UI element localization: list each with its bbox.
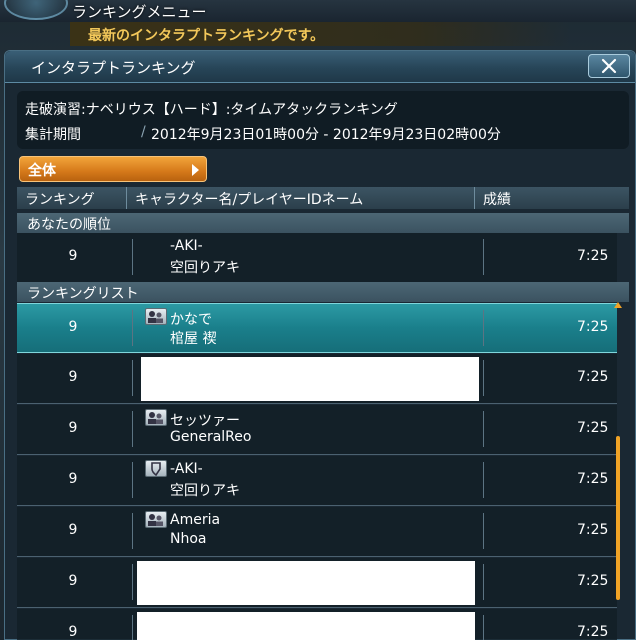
column-divider [483, 411, 484, 447]
rank-value: 9 [68, 471, 78, 487]
column-header-name[interactable]: キャラクター名/プレイヤーIDネーム [127, 187, 475, 209]
rank-value: 9 [68, 319, 78, 335]
player-id-name: Nhoa [170, 531, 207, 547]
column-divider [132, 462, 133, 498]
ranking-row[interactable]: 9 Ameria Nhoa 7:25 [17, 507, 617, 557]
column-divider [132, 310, 133, 346]
score-time: 7:25 [577, 420, 609, 436]
shield-icon [145, 460, 167, 477]
party-glyph [148, 311, 163, 323]
redacted-name-box [141, 357, 479, 401]
player-id-name: GeneralReo [170, 429, 252, 445]
column-divider [132, 615, 133, 640]
party-icon [145, 409, 167, 426]
column-divider [483, 615, 484, 640]
column-divider [483, 513, 484, 549]
ranking-row[interactable]: 9 7:25 [17, 354, 617, 404]
window-titlebar: インタラプトランキング [5, 51, 635, 83]
column-divider [132, 239, 133, 275]
score-time: 7:25 [577, 522, 609, 538]
ranking-row[interactable]: 9 7:25 [17, 558, 617, 608]
character-name: かなで [170, 312, 212, 328]
close-icon [601, 58, 617, 74]
rank-value: 9 [68, 573, 78, 589]
your-rank-section-header: あなたの順位 [17, 213, 629, 233]
top-menu-bar: ランキングメニュー [0, 0, 636, 22]
score-time: 7:25 [577, 471, 609, 487]
column-divider [483, 360, 484, 396]
rank-value: 9 [68, 522, 78, 538]
score-time: 7:25 [577, 369, 609, 385]
character-name: -AKI- [170, 461, 203, 477]
shield-glyph [151, 462, 161, 477]
party-icon [145, 308, 167, 325]
menu-ring-icon [4, 0, 68, 20]
scrollbar-thumb[interactable] [616, 436, 620, 600]
your-rank-row: 9 -AKI- 空回りアキ 7:25 [17, 233, 617, 283]
rank-value: 9 [68, 624, 78, 640]
period-value: 2012年9月23日01時00分 - 2012年9月23日02時00分 [151, 127, 501, 143]
character-name: セッツァー [170, 413, 240, 429]
character-name: -AKI- [170, 238, 203, 254]
redacted-name-box [137, 561, 475, 605]
player-id-name: 空回りアキ [170, 260, 240, 276]
ranking-row[interactable]: 9 7:25 [17, 609, 617, 640]
column-divider [483, 239, 484, 275]
close-button[interactable] [588, 54, 630, 78]
notice-text: 最新のインタラプトランキングです。 [88, 28, 325, 44]
top-menu-title: ランキングメニュー [72, 3, 207, 21]
party-icon [145, 511, 167, 528]
rank-value: 9 [68, 420, 78, 436]
period-label: 集計期間 [25, 127, 81, 143]
redacted-name-box [137, 612, 475, 640]
column-divider [132, 513, 133, 549]
score-time: 7:25 [577, 248, 609, 264]
arrow-right-icon [192, 164, 199, 176]
character-name: Ameria [170, 512, 221, 528]
event-name: 走破演習:ナベリウス【ハード】:タイムアタックランキング [25, 102, 398, 118]
ranking-list-section-header: ランキングリスト [17, 282, 629, 302]
player-id-name: 空回りアキ [170, 483, 240, 499]
column-divider [483, 462, 484, 498]
ranking-row[interactable]: 9 -AKI- 空回りアキ 7:25 [17, 456, 617, 506]
ranking-window: インタラプトランキング 走破演習:ナベリウス【ハード】:タイムアタックランキング… [4, 50, 636, 640]
event-info-panel: 走破演習:ナベリウス【ハード】:タイムアタックランキング 集計期間 / 2012… [17, 91, 629, 149]
player-id-name: 棺屋 禊 [170, 331, 217, 347]
scroll-up-icon[interactable] [614, 302, 622, 308]
rank-value: 9 [68, 369, 78, 385]
ranking-row[interactable]: 9 かなで 棺屋 禊 7:25 [17, 303, 617, 353]
score-time: 7:25 [577, 624, 609, 640]
column-header-score[interactable]: 成績 [475, 187, 629, 209]
rank-value: 9 [68, 248, 78, 264]
column-divider [483, 310, 484, 346]
column-divider [483, 564, 484, 600]
party-glyph [148, 514, 163, 526]
score-time: 7:25 [577, 319, 609, 335]
notice-banner: 最新のインタラプトランキングです。 [70, 22, 570, 46]
party-glyph [148, 412, 163, 424]
window-title: インタラプトランキング [31, 59, 196, 77]
filter-label: 全体 [28, 163, 56, 179]
column-header-rank[interactable]: ランキング [17, 187, 127, 209]
score-time: 7:25 [577, 573, 609, 589]
filter-dropdown-button[interactable]: 全体 [19, 156, 207, 182]
column-divider [132, 564, 133, 600]
period-divider: / [141, 124, 146, 140]
ranking-row[interactable]: 9 セッツァー GeneralReo 7:25 [17, 405, 617, 455]
column-divider [132, 411, 133, 447]
column-divider [132, 360, 133, 396]
